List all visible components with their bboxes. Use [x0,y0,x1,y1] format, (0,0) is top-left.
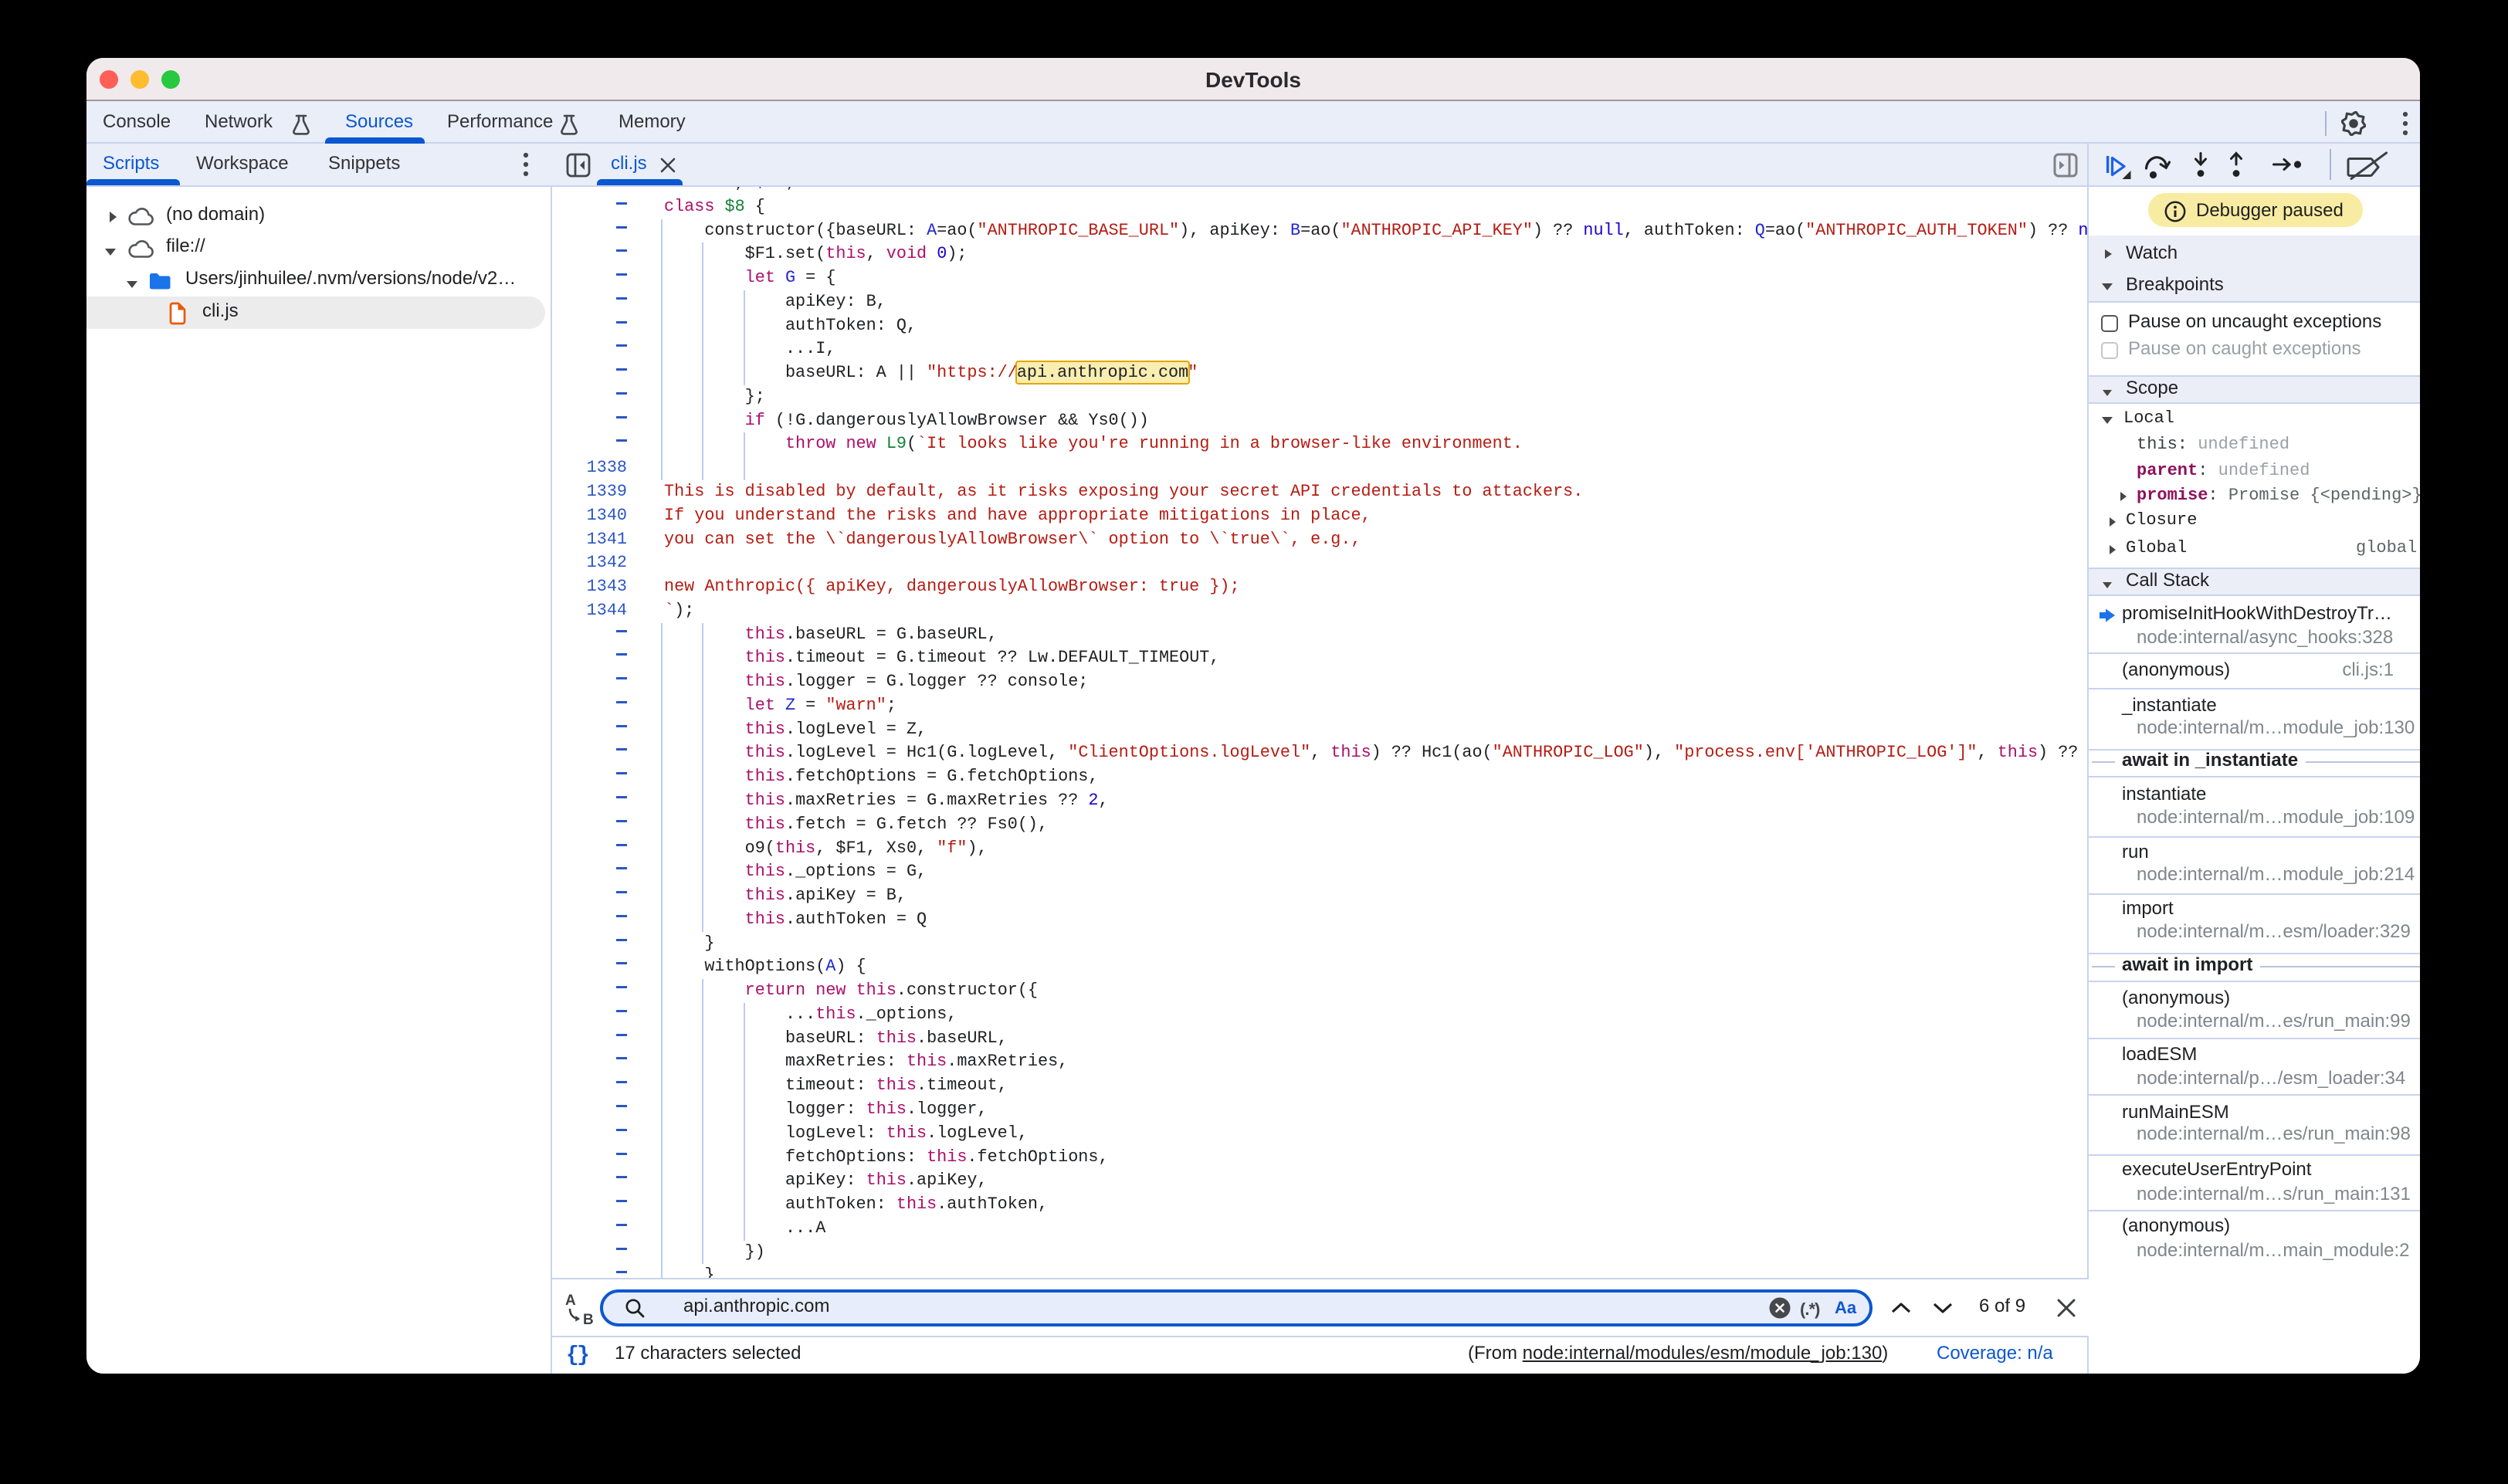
svg-text:A: A [565,1293,576,1309]
svg-text:B: B [583,1312,594,1326]
svg-text:}: } [577,1343,589,1367]
